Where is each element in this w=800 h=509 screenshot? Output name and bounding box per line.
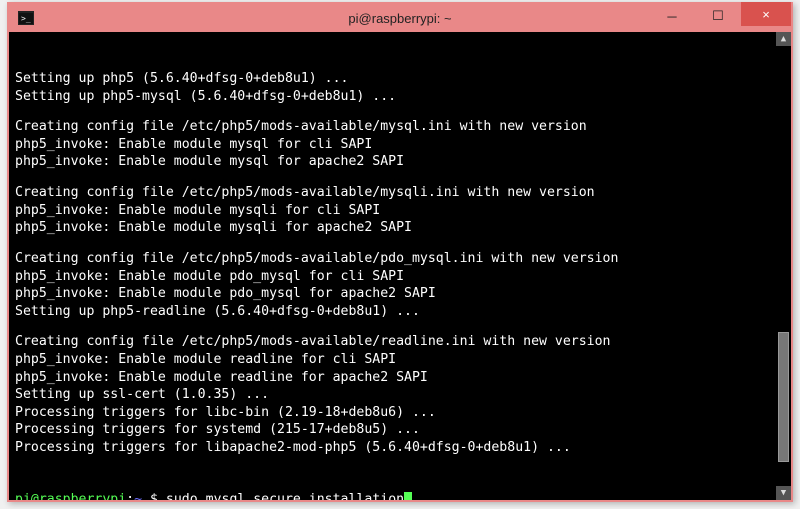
terminal-lines: Setting up php5 (5.6.40+dfsg-0+deb8u1) .… [15, 70, 785, 456]
scrollbar[interactable]: ▲ ▼ [776, 32, 791, 500]
terminal-line [15, 320, 785, 333]
terminal-line: php5_invoke: Enable module mysqli for ap… [15, 219, 785, 237]
scroll-up-button[interactable]: ▲ [776, 32, 791, 46]
scroll-thumb[interactable] [778, 332, 789, 462]
terminal-line: php5_invoke: Enable module mysql for apa… [15, 153, 785, 171]
cursor-block [404, 492, 412, 500]
maximize-button[interactable]: ☐ [695, 4, 741, 28]
terminal-line: php5_invoke: Enable module readline for … [15, 369, 785, 387]
terminal-line: php5_invoke: Enable module mysqli for cl… [15, 202, 785, 220]
prompt-line[interactable]: pi@raspberrypi:~ $ sudo mysql_secure_ins… [15, 491, 785, 500]
terminal-line: Setting up php5 (5.6.40+dfsg-0+deb8u1) .… [15, 70, 785, 88]
terminal-line: php5_invoke: Enable module pdo_mysql for… [15, 268, 785, 286]
terminal-line: Setting up php5-mysql (5.6.40+dfsg-0+deb… [15, 88, 785, 106]
window-controls: ─ ☐ × [649, 4, 787, 32]
prompt-sigil: $ [142, 492, 166, 500]
terminal-line [15, 105, 785, 118]
terminal-line: Processing triggers for libc-bin (2.19-1… [15, 404, 785, 422]
terminal-icon: >_ [17, 9, 35, 27]
terminal-output[interactable]: Setting up php5 (5.6.40+dfsg-0+deb8u1) .… [9, 32, 791, 500]
prompt-path: ~ [134, 492, 142, 500]
svg-text:>_: >_ [21, 14, 31, 23]
terminal-line: Processing triggers for systemd (215-17+… [15, 421, 785, 439]
prompt-user-host: pi@raspberrypi [15, 492, 126, 500]
terminal-window: >_ pi@raspberrypi: ~ ─ ☐ × Setting up ph… [7, 2, 793, 502]
terminal-line: php5_invoke: Enable module pdo_mysql for… [15, 285, 785, 303]
terminal-line [15, 237, 785, 250]
terminal-line: Setting up ssl-cert (1.0.35) ... [15, 386, 785, 404]
prompt-colon: : [126, 492, 134, 500]
terminal-line [15, 171, 785, 184]
terminal-line: php5_invoke: Enable module readline for … [15, 351, 785, 369]
scroll-down-button[interactable]: ▼ [776, 486, 791, 500]
titlebar[interactable]: >_ pi@raspberrypi: ~ ─ ☐ × [9, 4, 791, 32]
close-button[interactable]: × [741, 2, 791, 26]
terminal-line: Setting up php5-readline (5.6.40+dfsg-0+… [15, 303, 785, 321]
terminal-line: Creating config file /etc/php5/mods-avai… [15, 333, 785, 351]
prompt-command[interactable]: sudo mysql_secure_installation [166, 492, 404, 500]
terminal-line: Processing triggers for libapache2-mod-p… [15, 439, 785, 457]
minimize-button[interactable]: ─ [649, 4, 695, 28]
terminal-line: Creating config file /etc/php5/mods-avai… [15, 184, 785, 202]
terminal-line: Creating config file /etc/php5/mods-avai… [15, 118, 785, 136]
terminal-line: Creating config file /etc/php5/mods-avai… [15, 250, 785, 268]
terminal-line: php5_invoke: Enable module mysql for cli… [15, 136, 785, 154]
